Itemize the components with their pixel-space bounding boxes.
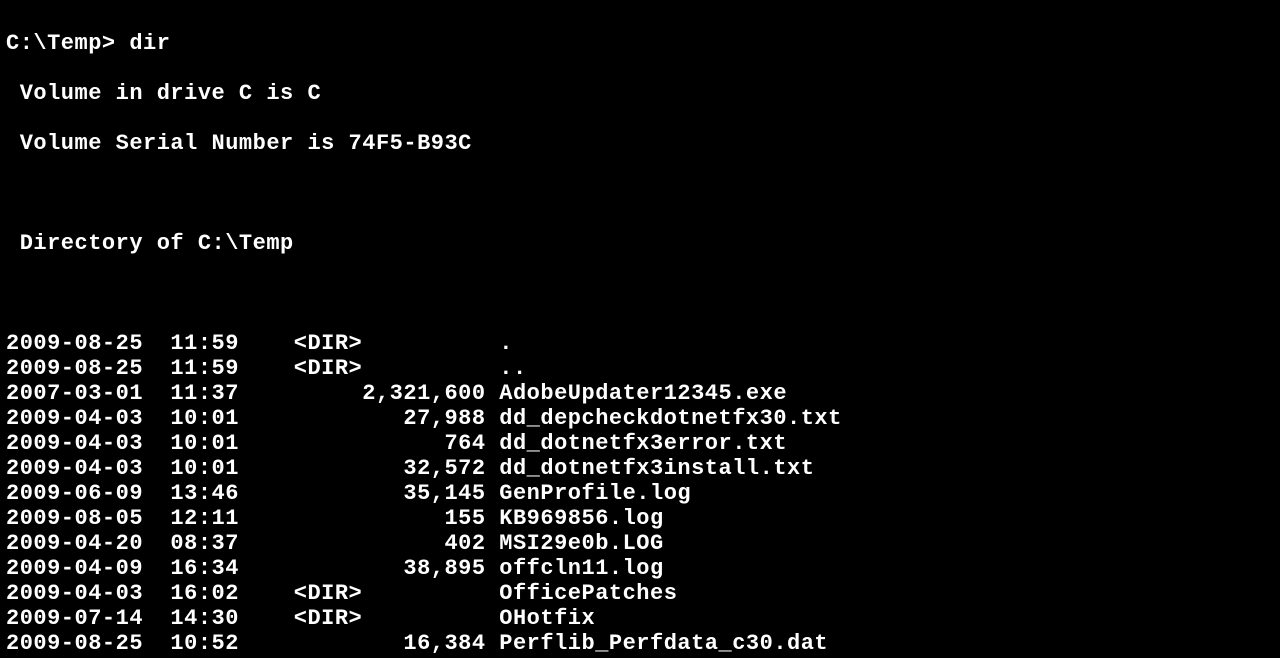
- typed-command: dir: [129, 31, 170, 56]
- listing-row: 2009-08-25 10:52 16,384 Perflib_Perfdata…: [6, 631, 1274, 656]
- directory-of-line: Directory of C:\Temp: [6, 231, 1274, 256]
- file-listing: 2009-08-25 11:59 <DIR> .2009-08-25 11:59…: [6, 331, 1274, 658]
- terminal-output[interactable]: C:\Temp> dir Volume in drive C is C Volu…: [0, 0, 1280, 658]
- listing-row: 2009-08-05 12:11 155 KB969856.log: [6, 506, 1274, 531]
- listing-row: 2009-08-25 11:59 <DIR> .: [6, 331, 1274, 356]
- listing-row: 2009-04-03 16:02 <DIR> OfficePatches: [6, 581, 1274, 606]
- serial-line: Volume Serial Number is 74F5-B93C: [6, 131, 1274, 156]
- listing-row: 2007-03-01 11:37 2,321,600 AdobeUpdater1…: [6, 381, 1274, 406]
- command-line: C:\Temp> dir: [6, 31, 1274, 56]
- blank-line: [6, 281, 1274, 306]
- listing-row: 2009-07-14 14:30 <DIR> OHotfix: [6, 606, 1274, 631]
- listing-row: 2009-06-09 13:46 35,145 GenProfile.log: [6, 481, 1274, 506]
- blank-line: [6, 181, 1274, 206]
- listing-row: 2009-04-03 10:01 764 dd_dotnetfx3error.t…: [6, 431, 1274, 456]
- listing-row: 2009-04-09 16:34 38,895 offcln11.log: [6, 556, 1274, 581]
- listing-row: 2009-04-03 10:01 32,572 dd_dotnetfx3inst…: [6, 456, 1274, 481]
- listing-row: 2009-04-03 10:01 27,988 dd_depcheckdotne…: [6, 406, 1274, 431]
- volume-line: Volume in drive C is C: [6, 81, 1274, 106]
- listing-row: 2009-08-25 11:59 <DIR> ..: [6, 356, 1274, 381]
- listing-row: 2009-04-20 08:37 402 MSI29e0b.LOG: [6, 531, 1274, 556]
- prompt: C:\Temp>: [6, 31, 129, 56]
